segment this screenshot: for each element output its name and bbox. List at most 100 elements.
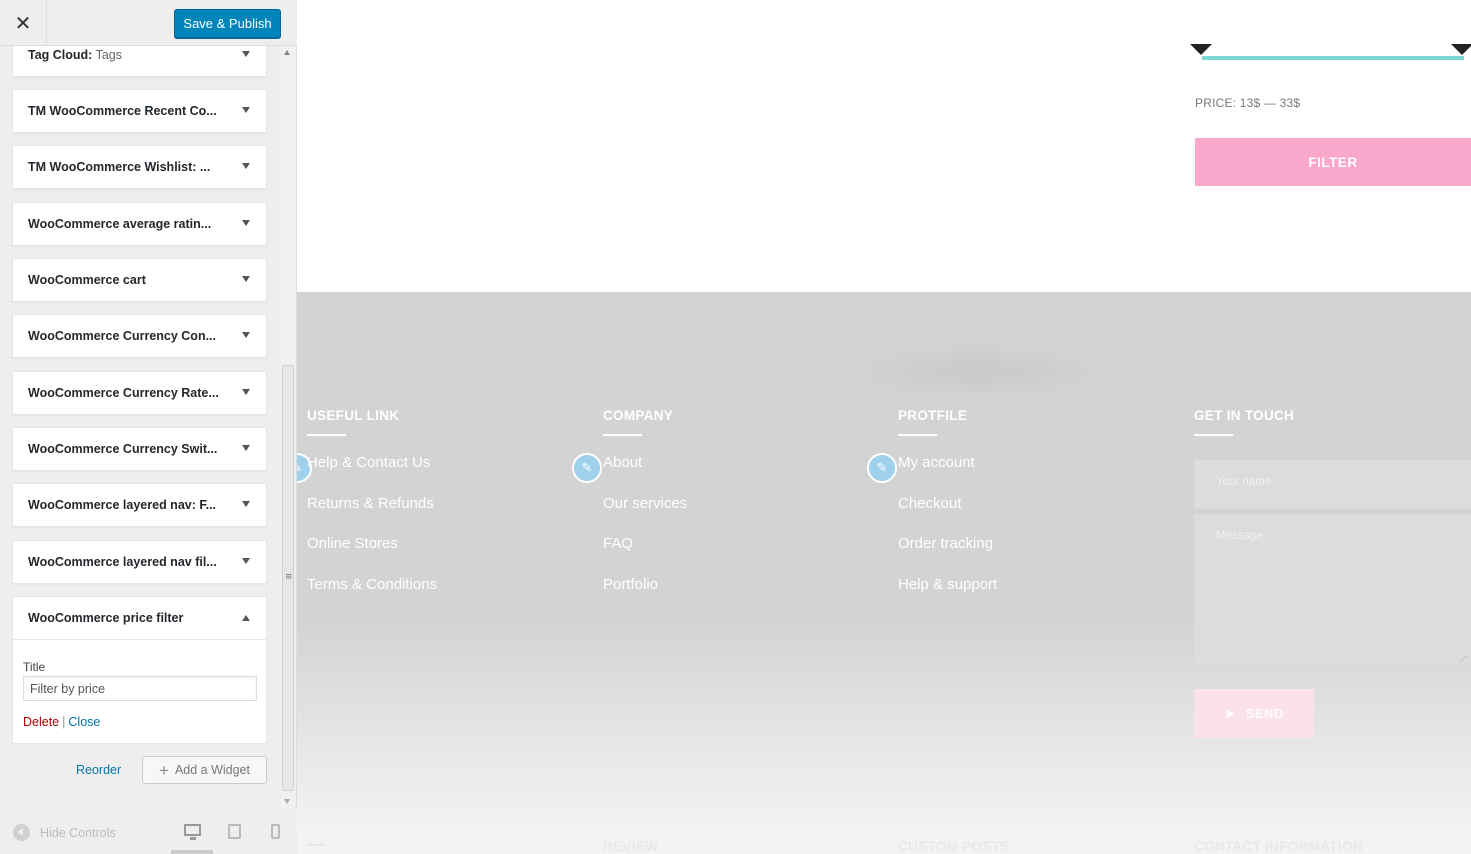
widget-currency-switcher[interactable]: WooCommerce Currency Swit... (12, 427, 267, 471)
widget-title: WooCommerce average ratin... (28, 217, 212, 231)
footer-bottom-title: REVIEW (603, 839, 659, 854)
footer-col-title: USEFUL LINK (307, 408, 400, 423)
hide-controls-label: Hide Controls (40, 825, 116, 840)
arrow-down-icon[interactable] (242, 220, 250, 226)
message-placeholder: Message (1216, 530, 1263, 542)
price-slider-max-handle[interactable] (1451, 44, 1471, 55)
filter-button[interactable]: FILTER (1195, 138, 1471, 186)
widget-title: WooCommerce layered nav: F... (28, 498, 217, 512)
widget-currency-converter[interactable]: WooCommerce Currency Con... (12, 314, 267, 358)
footer-link[interactable]: About (603, 454, 642, 471)
grip-icon: ≡ (285, 572, 293, 582)
footer-link[interactable]: Help & support (898, 576, 997, 593)
title-underline (898, 434, 937, 436)
arrow-down-icon[interactable] (242, 501, 250, 507)
widget-title: WooCommerce layered nav fil... (28, 555, 217, 569)
footer-link[interactable]: Our services (603, 495, 687, 512)
site-footer: USEFUL LINK ✎ Help & Contact Us Returns … (297, 292, 1471, 854)
title-input[interactable] (23, 676, 257, 701)
widget-currency-rates[interactable]: WooCommerce Currency Rate... (12, 371, 267, 415)
footer-link[interactable]: Online Stores (307, 535, 398, 552)
close-button[interactable]: ✕ (0, 0, 47, 46)
title-underline (1194, 434, 1233, 436)
widget-title: TM WooCommerce Recent Co... (28, 104, 217, 118)
send-button[interactable]: ➤ SEND (1194, 689, 1314, 738)
footer-link[interactable]: FAQ (603, 535, 633, 552)
arrow-down-icon[interactable] (242, 445, 250, 451)
pencil-icon[interactable]: ✎ (867, 453, 897, 483)
name-input[interactable]: Your name (1194, 460, 1471, 509)
widget-layered-nav-filters[interactable]: WooCommerce layered nav fil... (12, 540, 267, 584)
site-preview: PRICE: 13$ — 33$ FILTER USEFUL LINK ✎ He… (297, 0, 1471, 854)
close-icon: ✕ (14, 11, 32, 35)
sidebar-footer: Hide Controls (0, 808, 297, 854)
separator: | (62, 715, 66, 729)
footer-link[interactable]: Returns & Refunds (307, 495, 434, 512)
footer-logo (842, 342, 1112, 402)
price-range-label: PRICE: 13$ — 33$ (1195, 96, 1301, 110)
save-publish-button[interactable]: Save & Publish (174, 9, 281, 38)
customizer-sidebar: Tag Cloud: Tags TM WooCommerce Recent Co… (0, 0, 297, 854)
arrow-down-icon[interactable] (242, 51, 250, 57)
widget-layered-nav[interactable]: WooCommerce layered nav: F... (12, 483, 267, 527)
active-device-indicator (171, 850, 213, 854)
footer-link[interactable]: Terms & Conditions (307, 576, 437, 593)
widget-title: WooCommerce cart (28, 273, 146, 287)
scroll-down-icon[interactable] (284, 799, 290, 804)
footer-link[interactable]: Help & Contact Us (307, 454, 430, 471)
widget-header[interactable]: WooCommerce price filter (13, 597, 266, 640)
arrow-down-icon[interactable] (242, 107, 250, 113)
arrow-down-icon[interactable] (242, 558, 250, 564)
widget-price-filter: WooCommerce price filter Title Delete|Cl… (12, 596, 267, 744)
footer-link[interactable]: Order tracking (898, 535, 993, 552)
sidebar-header: ✕ Save & Publish (0, 0, 297, 46)
footer-link[interactable]: My account (898, 454, 975, 471)
title-label: Title (23, 660, 46, 674)
widget-title: TM WooCommerce Wishlist: ... (28, 160, 211, 174)
arrow-down-icon[interactable] (242, 276, 250, 282)
reorder-link[interactable]: Reorder (76, 763, 121, 777)
resize-grip-icon[interactable]: ⋰ (1459, 655, 1467, 664)
title-underline (307, 434, 346, 436)
widget-title: WooCommerce price filter (28, 611, 184, 625)
pencil-icon[interactable]: ✎ (572, 453, 602, 483)
footer-col-title: PROTFILE (898, 408, 968, 423)
hide-controls-button[interactable]: Hide Controls (13, 824, 116, 841)
add-widget-button[interactable]: + Add a Widget (142, 756, 267, 784)
scroll-up-icon[interactable] (284, 50, 290, 55)
widget-actions: Delete | Close (23, 715, 100, 729)
footer-bottom-title: CUSTOM POSTS (898, 839, 1010, 854)
add-widget-label: Add a Widget (174, 763, 250, 777)
contact-title: GET IN TOUCH (1194, 408, 1295, 423)
price-slider-min-handle[interactable] (1190, 44, 1212, 55)
arrow-down-icon[interactable] (242, 163, 250, 169)
footer-bottom-title: CONTACT INFORMATION (1194, 839, 1363, 854)
widget-tm-wishlist[interactable]: TM WooCommerce Wishlist: ... (12, 145, 267, 189)
widget-title: WooCommerce Currency Swit... (28, 442, 218, 456)
collapse-icon (13, 824, 30, 841)
widget-cart[interactable]: WooCommerce cart (12, 258, 267, 302)
message-textarea[interactable]: Message ⋰ (1194, 514, 1471, 667)
widget-average-rating[interactable]: WooCommerce average ratin... (12, 202, 267, 246)
title-underline (603, 434, 642, 436)
plus-icon: + (159, 760, 169, 780)
arrow-down-icon[interactable] (242, 389, 250, 395)
close-link[interactable]: Close (68, 715, 100, 729)
arrow-up-icon[interactable] (242, 615, 250, 621)
desktop-preview-icon[interactable] (184, 824, 201, 840)
footer-col-title: COMPANY (603, 408, 674, 423)
arrow-down-icon[interactable] (242, 332, 250, 338)
widget-title: WooCommerce Currency Con... (28, 329, 217, 343)
footer-link[interactable]: Checkout (898, 495, 961, 512)
footer-link[interactable]: Portfolio (603, 576, 658, 593)
mobile-preview-icon[interactable] (271, 824, 280, 839)
tablet-preview-icon[interactable] (228, 824, 241, 839)
paper-plane-icon: ➤ (1224, 705, 1236, 721)
title-underline (307, 844, 325, 846)
delete-link[interactable]: Delete (23, 715, 59, 729)
widget-tm-recent-comments[interactable]: TM WooCommerce Recent Co... (12, 89, 267, 133)
scrollbar-thumb[interactable]: ≡ (282, 365, 294, 791)
price-slider-track[interactable] (1202, 56, 1464, 60)
widget-title: WooCommerce Currency Rate... (28, 386, 219, 400)
send-label: SEND (1245, 706, 1284, 721)
